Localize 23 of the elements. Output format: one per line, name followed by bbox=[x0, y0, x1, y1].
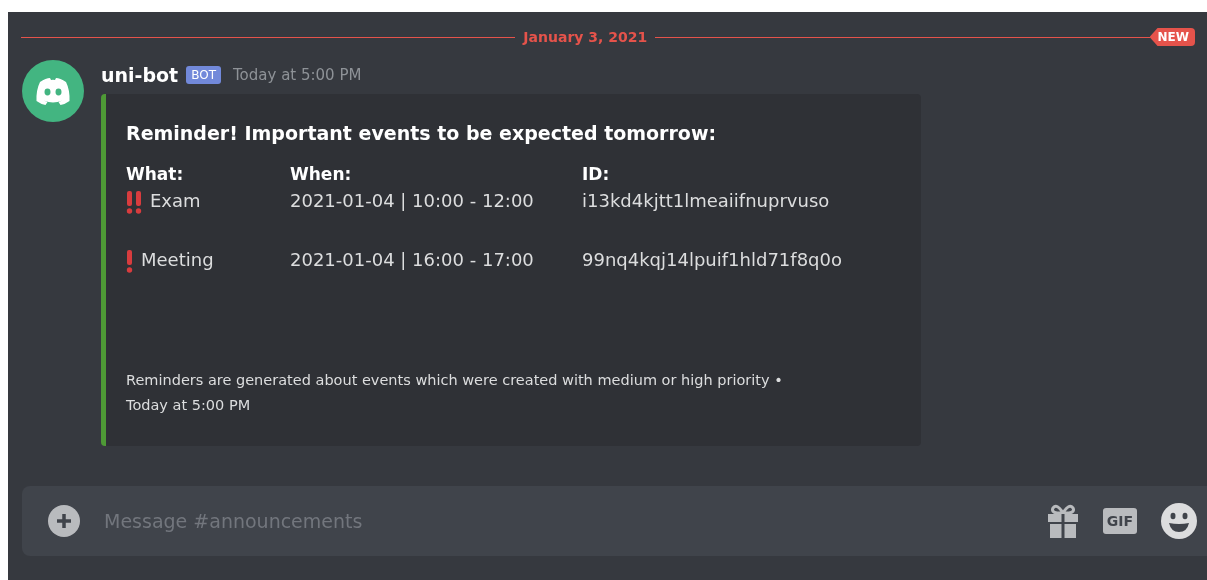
embed-footer: Reminders are generated about events which were created with medium or high priority • Today at 5:00 PM bbox=[126, 368, 846, 418]
exclamation-icon bbox=[126, 249, 133, 273]
new-badge: NEW bbox=[1149, 28, 1195, 46]
event-time: 2021-01-04 | 10:00 - 12:00 bbox=[290, 190, 534, 211]
gif-button[interactable]: GIF bbox=[1102, 508, 1137, 534]
double-exclamation-icon bbox=[126, 190, 142, 214]
add-icon[interactable] bbox=[48, 505, 80, 537]
timestamp: Today at 5:00 PM bbox=[233, 66, 362, 84]
column-heading: ID: bbox=[582, 164, 611, 186]
embed-title: Reminder! Important events to be expected tomorrow: bbox=[126, 122, 718, 144]
column-heading: What: bbox=[126, 164, 185, 186]
event-time: 2021-01-04 | 16:00 - 17:00 bbox=[290, 249, 534, 270]
avatar-icon[interactable] bbox=[22, 60, 84, 122]
event-name: Exam bbox=[150, 190, 201, 211]
date-divider-label: January 3, 2021 bbox=[523, 29, 648, 45]
bot-tag: BOT bbox=[186, 66, 221, 84]
event-id: 99nq4kqj14lpuif1hld71f8q0o bbox=[582, 249, 842, 270]
column-heading: When: bbox=[290, 164, 353, 186]
event-name: Meeting bbox=[141, 249, 214, 270]
gift-icon[interactable] bbox=[1046, 504, 1079, 538]
smiley-icon[interactable] bbox=[1161, 503, 1197, 539]
author-name[interactable]: uni-bot bbox=[101, 64, 179, 86]
event-id: i13kd4kjtt1lmeaiifnuprvuso bbox=[582, 190, 830, 211]
